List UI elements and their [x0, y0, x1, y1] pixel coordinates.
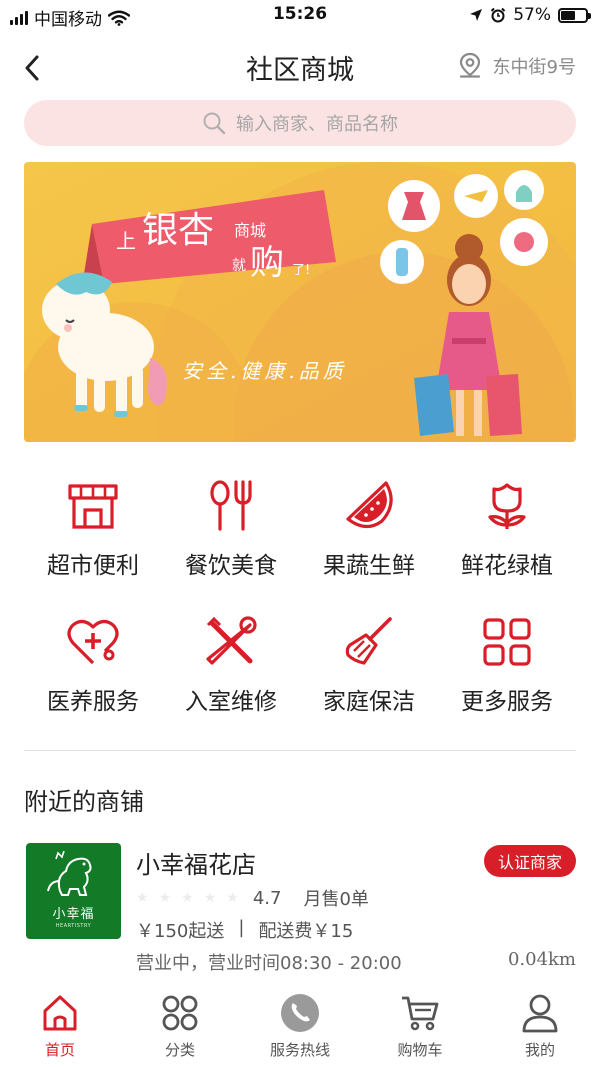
battery-fill — [561, 10, 575, 20]
category-grid: 超市便利 餐饮美食 果蔬生鲜 鲜花绿植 医养服务 入室维修 家庭保洁 更多服务 — [24, 478, 576, 716]
star-icon: ★ — [136, 890, 149, 906]
category-label: 家庭保洁 — [323, 689, 415, 715]
promo-banner[interactable]: 上 银杏 商城 就 购 了! 安全.健康.品质 — [24, 162, 576, 442]
tools-icon — [203, 614, 259, 670]
star-icon: ★ — [158, 890, 172, 906]
shop-logo-subtext: HEARTISTRY — [55, 923, 92, 929]
monthly-sales: 月售0单 — [303, 889, 369, 910]
category-more[interactable]: 更多服务 — [438, 614, 576, 716]
medical-heart-icon — [65, 614, 121, 670]
tab-hotline[interactable]: 服务热线 — [240, 985, 360, 1067]
grid-icon — [479, 614, 535, 670]
banner-text-3: 商城 — [234, 221, 266, 240]
shop-rating-row: ★ ★ ★ ★ ★ 4.7 月售0单 — [136, 885, 369, 911]
status-bar: 中国移动 15:26 57% — [0, 0, 600, 32]
price-separator: | — [238, 917, 245, 938]
search-icon — [203, 112, 226, 135]
navigation-bar: 社区商城 东中街9号 — [0, 36, 600, 96]
category-label: 医养服务 — [47, 689, 139, 715]
location-pin-icon — [459, 52, 480, 78]
user-icon — [522, 994, 558, 1033]
min-order: ￥150起送 — [136, 921, 225, 942]
banner-illustration: 上 银杏 商城 就 购 了! 安全.健康.品质 — [24, 162, 576, 442]
star-icon: ★ — [181, 890, 194, 906]
shop-logo: 小幸福 HEARTISTRY — [26, 843, 121, 939]
nearby-section-title: 附近的商铺 — [24, 788, 144, 816]
tab-cart[interactable]: 购物车 — [360, 985, 480, 1067]
tab-label: 服务热线 — [269, 1041, 330, 1059]
category-label: 果蔬生鲜 — [323, 553, 415, 579]
shop-hours: 营业中，营业时间08:30 - 20:00 — [136, 953, 402, 974]
category-label: 餐饮美食 — [185, 553, 277, 579]
category-food[interactable]: 餐饮美食 — [162, 478, 300, 580]
shop-card[interactable]: 小幸福 HEARTISTRY 小幸福花店 认证商家 ★ ★ ★ ★ ★ 4.7 月售0单… — [24, 843, 576, 974]
category-supermarket[interactable]: 超市便利 — [24, 478, 162, 580]
tab-label: 购物车 — [397, 1041, 443, 1059]
cart-icon — [402, 996, 439, 1031]
rating-stars: ★ ★ ★ ★ ★ — [136, 890, 239, 906]
search-placeholder: 输入商家、商品名称 — [236, 114, 398, 135]
category-label: 鲜花绿植 — [461, 553, 553, 579]
status-bar-right: 57% — [469, 5, 591, 25]
star-icon: ★ — [203, 890, 217, 906]
location-arrow-icon — [470, 9, 483, 21]
shop-logo-text: 小幸福 — [52, 907, 95, 922]
tab-home[interactable]: 首页 — [0, 985, 120, 1067]
shop-price-row: ￥150起送 | 配送费￥15 — [136, 917, 353, 943]
star-icon: ★ — [226, 890, 239, 906]
store-icon — [65, 478, 121, 534]
banner-tagline: 安全.健康.品质 — [182, 359, 347, 383]
location-label: 东中街9号 — [492, 57, 576, 78]
category-fresh-produce[interactable]: 果蔬生鲜 — [300, 478, 438, 580]
battery-icon — [558, 7, 591, 23]
banner-text-4: 就 — [232, 258, 246, 274]
tab-label: 分类 — [164, 1041, 195, 1059]
battery-percent: 57% — [513, 5, 551, 25]
category-label: 更多服务 — [461, 689, 553, 715]
phone-icon — [281, 994, 319, 1032]
watermelon-icon — [341, 478, 397, 534]
tulip-icon — [479, 478, 535, 534]
banner-text-1: 上 — [116, 229, 136, 253]
shop-name: 小幸福花店 — [136, 851, 256, 879]
category-repair[interactable]: 入室维修 — [162, 614, 300, 716]
banner-text-2: 银杏 — [142, 210, 214, 251]
certified-badge: 认证商家 — [483, 845, 576, 877]
location-selector[interactable]: 东中街9号 — [457, 52, 576, 80]
category-label: 入室维修 — [185, 689, 277, 715]
category-label: 超市便利 — [47, 553, 139, 579]
home-icon — [43, 995, 77, 1031]
divider — [24, 750, 576, 751]
category-flowers[interactable]: 鲜花绿植 — [438, 478, 576, 580]
alarm-icon — [490, 7, 506, 23]
tab-profile[interactable]: 我的 — [480, 985, 600, 1067]
tab-bar: 首页 分类 服务热线 购物车 我的 — [0, 985, 600, 1067]
category-medical[interactable]: 医养服务 — [24, 614, 162, 716]
delivery-fee: 配送费￥15 — [258, 921, 354, 942]
back-button[interactable] — [16, 52, 48, 84]
banner-text-6: 了! — [292, 263, 310, 278]
search-input[interactable]: 输入商家、商品名称 — [24, 100, 576, 146]
tab-label: 首页 — [44, 1041, 75, 1059]
broom-icon — [341, 614, 397, 670]
dinosaur-logo-icon — [47, 851, 92, 896]
banner-text-5: 购 — [250, 243, 284, 283]
fork-spoon-icon — [203, 478, 259, 534]
category-cleaning[interactable]: 家庭保洁 — [300, 614, 438, 716]
chevron-left-icon — [25, 55, 39, 81]
rating-value: 4.7 — [252, 887, 282, 909]
shop-distance: 0.04km — [507, 949, 576, 970]
tab-label: 我的 — [524, 1041, 555, 1059]
tab-category[interactable]: 分类 — [120, 985, 240, 1067]
category-grid-icon — [162, 995, 198, 1031]
